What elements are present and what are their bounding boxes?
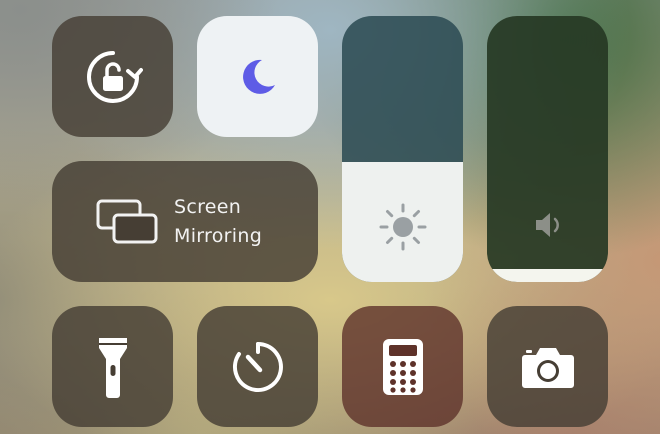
rotation-lock-icon xyxy=(86,50,143,103)
sun-icon xyxy=(379,203,426,251)
screen-mirroring-button[interactable]: Screen Mirroring xyxy=(52,161,318,282)
screen-mirroring-icon xyxy=(96,199,158,243)
timer-icon xyxy=(232,341,283,392)
calculator-icon xyxy=(382,338,423,395)
timer-button[interactable] xyxy=(197,306,318,427)
camera-button[interactable] xyxy=(487,306,608,427)
rotation-lock-button[interactable] xyxy=(52,16,173,137)
do-not-disturb-button[interactable] xyxy=(197,16,318,137)
camera-icon xyxy=(521,347,574,388)
flashlight-button[interactable] xyxy=(52,306,173,427)
volume-slider[interactable] xyxy=(487,16,608,282)
speaker-icon xyxy=(535,213,559,237)
volume-level xyxy=(487,269,608,282)
calculator-button[interactable] xyxy=(342,306,463,427)
moon-icon xyxy=(242,59,275,94)
brightness-slider[interactable] xyxy=(342,16,463,282)
screen-mirroring-label: Screen Mirroring xyxy=(174,195,263,247)
flashlight-icon xyxy=(98,337,127,398)
